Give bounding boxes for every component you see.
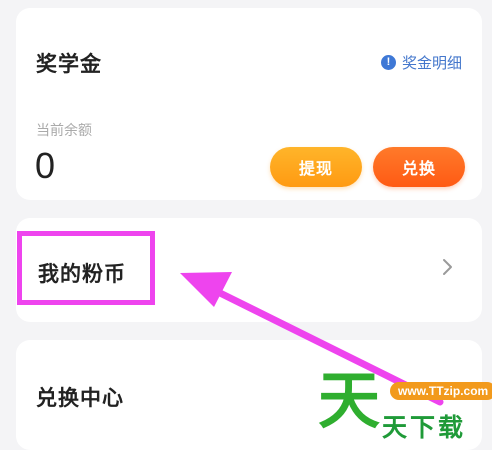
detail-link-label: 奖金明细 xyxy=(401,55,462,72)
watermark-url: www.TTzip.com xyxy=(390,382,492,400)
scholarship-title: 奖学金 xyxy=(36,53,102,76)
withdraw-button[interactable]: 提现 xyxy=(270,147,362,187)
watermark: 天 www.TTzip.com 天下载 xyxy=(318,370,492,450)
page: 奖学金 ! 奖金明细 当前余额 0 提现 兑换 我的粉币 兑换中心 天 www.… xyxy=(0,0,492,450)
watermark-logo-char: 天 xyxy=(318,364,381,437)
info-icon: ! xyxy=(380,55,396,70)
exchange-center-title: 兑换中心 xyxy=(36,387,124,410)
redeem-button[interactable]: 兑换 xyxy=(373,147,465,187)
chevron-right-icon xyxy=(443,259,452,275)
balance-value: 0 xyxy=(35,145,56,186)
balance-label: 当前余额 xyxy=(36,122,92,138)
watermark-name: 天下载 xyxy=(382,414,467,442)
highlight-box xyxy=(17,231,155,305)
scholarship-detail-link[interactable]: ! 奖金明细 xyxy=(380,52,462,73)
